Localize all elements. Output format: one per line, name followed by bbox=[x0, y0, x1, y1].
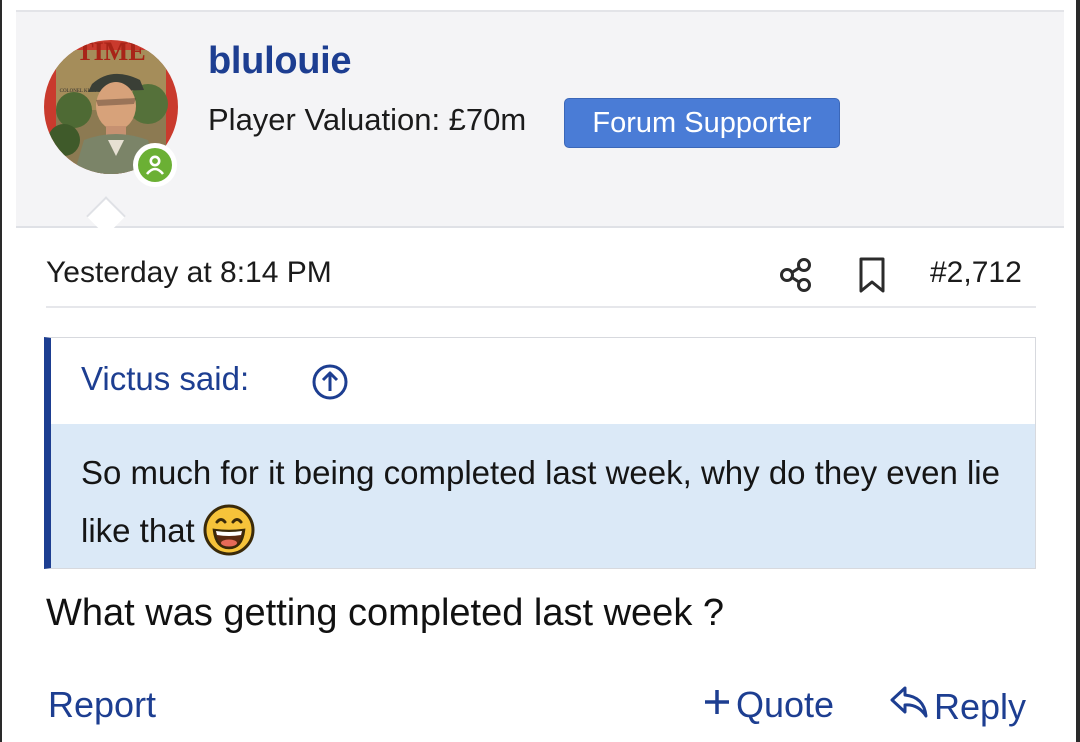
reply-button[interactable]: Reply bbox=[888, 684, 1026, 729]
post-number-link[interactable]: #2,712 bbox=[930, 256, 1022, 290]
bookmark-icon[interactable] bbox=[856, 255, 888, 295]
window-edge-right bbox=[1076, 0, 1080, 742]
quote-button-label: Quote bbox=[736, 684, 835, 725]
online-indicator-icon bbox=[138, 148, 172, 182]
quote-content: So much for it being completed last week… bbox=[81, 444, 1011, 560]
quote-author-link[interactable]: Victus said: bbox=[81, 360, 249, 398]
plus-icon bbox=[702, 684, 732, 726]
avatar-masthead: TIME bbox=[76, 40, 145, 66]
meta-divider bbox=[46, 306, 1036, 308]
reply-button-label: Reply bbox=[934, 685, 1027, 727]
report-link[interactable]: Report bbox=[48, 684, 156, 726]
online-status-badge bbox=[133, 143, 177, 187]
username-link[interactable]: blulouie bbox=[208, 40, 352, 83]
share-icon[interactable] bbox=[776, 255, 816, 295]
quote-body: So much for it being completed last week… bbox=[51, 424, 1035, 568]
forum-supporter-badge: Forum Supporter bbox=[564, 98, 840, 148]
arrow-up-circle-icon[interactable] bbox=[311, 363, 349, 401]
grinning-emoji bbox=[203, 504, 255, 556]
post-body-text: What was getting completed last week ? bbox=[46, 592, 725, 634]
user-valuation: Player Valuation: £70m bbox=[208, 102, 527, 137]
quote-header: Victus said: bbox=[51, 338, 1035, 424]
quote-block: Victus said: So much for it being comple… bbox=[44, 337, 1036, 569]
quote-button[interactable]: Quote bbox=[702, 684, 834, 726]
window-edge-left bbox=[0, 0, 2, 742]
reply-arrow-icon bbox=[888, 684, 930, 729]
post-date-link[interactable]: Yesterday at 8:14 PM bbox=[46, 256, 332, 290]
